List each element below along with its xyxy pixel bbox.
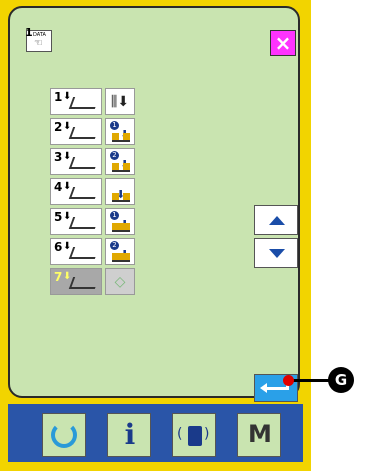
close-button[interactable]: × — [270, 30, 296, 56]
arrow-down-icon: ⬇ — [63, 151, 72, 162]
triangle-down-icon — [269, 249, 285, 258]
pedal-icon — [68, 97, 100, 109]
hand-icon: ☜ — [34, 38, 43, 49]
scroll-up-button[interactable] — [254, 205, 298, 235]
step-number: 7 — [54, 270, 63, 284]
cutter-icon — [112, 193, 130, 202]
trim-icon[interactable]: ⬇ — [105, 178, 135, 205]
badge-2-icon: 2 — [110, 241, 119, 250]
communication-button[interactable]: ( ) — [172, 413, 216, 457]
pedal-icon — [68, 187, 100, 199]
clamp-icon[interactable]: 2 ⬇ — [105, 238, 135, 265]
start-diamond-icon[interactable]: ◇ — [105, 268, 135, 295]
arrow-down-icon: ⬇ — [63, 241, 72, 252]
data-icon: 1 DATA ☜ — [25, 26, 52, 52]
signal-right-icon: ) — [204, 426, 210, 442]
signal-left-icon: ( — [177, 426, 183, 442]
arrow-down-icon: ⬇ — [63, 181, 72, 192]
badge-1-icon: 1 — [110, 121, 119, 130]
arrow-down-icon: ⬇ — [63, 271, 72, 282]
pedal-icon — [68, 127, 100, 139]
arrow-down-icon: ⬇ — [63, 211, 72, 222]
step-number: 3 — [54, 150, 63, 164]
step-number: 2 — [54, 120, 63, 134]
pedal-icon — [68, 217, 100, 229]
pedal-icon — [68, 157, 100, 169]
cutter-icon — [112, 163, 130, 172]
callout-dot — [283, 375, 294, 386]
arrow-down-icon: ⬇ — [63, 121, 72, 132]
scroll-down-button[interactable] — [254, 238, 298, 268]
thread-trimmer-icon[interactable]: ⫼⬇ — [105, 88, 135, 115]
bottom-nav-bar: i ( ) M — [8, 404, 303, 462]
pedal-step-button-5[interactable]: 5 ⬇ — [50, 208, 102, 235]
communication-icon — [188, 426, 202, 446]
clamp-plate-icon — [112, 253, 130, 262]
triangle-up-icon — [269, 216, 285, 225]
step-number: 6 — [54, 240, 63, 254]
callout-line — [288, 379, 330, 382]
pedal-step-button-4[interactable]: 4 ⬇ — [50, 178, 102, 205]
mode-label: M — [248, 420, 272, 448]
clamp-plate-icon — [112, 223, 130, 232]
enter-arrow-head — [260, 383, 267, 393]
pedal-step-button-7[interactable]: 7 ⬇ — [50, 268, 102, 295]
step-number: 5 — [54, 210, 63, 224]
pedal-step-button-6[interactable]: 6 ⬇ — [50, 238, 102, 265]
arrow-down-icon: ⬇ — [63, 91, 72, 102]
pedal-step-button-2[interactable]: 2 ⬇ — [50, 118, 102, 145]
clamp-icon[interactable]: 1 ⬇ — [105, 208, 135, 235]
data-icon-number: 1 — [25, 26, 33, 39]
wiper-icon[interactable]: 1 ⬇ — [105, 118, 135, 145]
step-number: 4 — [54, 180, 63, 194]
main-screen: 1 DATA ☜ × 1 ⬇ ⫼⬇ 2 ⬇ 1 ⬇ 3 ⬇ 2 — [8, 6, 300, 402]
pedal-step-button-1[interactable]: 1 ⬇ — [50, 88, 102, 115]
badge-2-icon: 2 — [110, 151, 119, 160]
mode-button[interactable]: M — [237, 413, 281, 457]
step-number: 1 — [54, 90, 63, 104]
callout-label: G — [328, 367, 354, 393]
ready-button[interactable] — [42, 413, 86, 457]
pedal-icon — [68, 247, 100, 259]
cutter-icon — [112, 133, 130, 142]
wiper-icon[interactable]: 2 ⬇ — [105, 148, 135, 175]
ready-ring-icon — [51, 422, 77, 448]
pedal-icon — [68, 277, 100, 289]
info-button[interactable]: i — [107, 413, 151, 457]
pedal-step-button-3[interactable]: 3 ⬇ — [50, 148, 102, 175]
info-icon: i — [124, 418, 136, 451]
badge-1-icon: 1 — [110, 211, 119, 220]
